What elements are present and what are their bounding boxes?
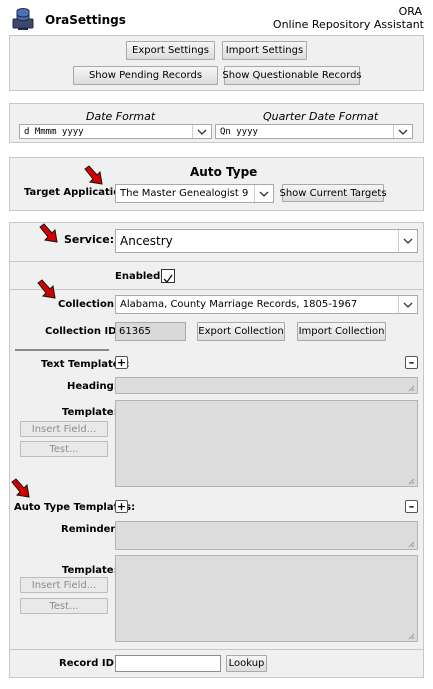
insert-field-button[interactable]: Insert Field... — [20, 577, 108, 593]
collection-select[interactable]: Alabama, County Marriage Records, 1805-1… — [115, 295, 418, 314]
collection-id-field[interactable]: 61365 — [115, 322, 186, 341]
brand-short: ORA — [398, 5, 422, 18]
chevron-down-icon[interactable] — [398, 296, 417, 313]
service-select[interactable]: Ancestry — [115, 229, 418, 253]
heading-label: Heading: — [67, 381, 118, 392]
plus-icon[interactable]: + — [115, 500, 128, 513]
minus-icon[interactable]: – — [405, 500, 418, 513]
date-format-value: d Mmmm yyyy — [24, 126, 84, 137]
divider — [10, 649, 423, 650]
minus-icon[interactable]: – — [405, 356, 418, 369]
auto-type-template-field[interactable] — [115, 555, 418, 642]
collection-value: Alabama, County Marriage Records, 1805-1… — [120, 299, 358, 310]
brand-long: Online Repository Assistant — [272, 18, 424, 31]
red-arrow-icon — [39, 223, 58, 243]
resize-grip-icon[interactable] — [408, 633, 415, 640]
service-value: Ancestry — [120, 234, 173, 248]
show-current-targets-button[interactable]: Show Current Targets — [279, 184, 387, 202]
chevron-down-icon[interactable] — [254, 185, 273, 202]
template-label: Template: — [62, 407, 118, 418]
import-collection-button[interactable]: Import Collection — [297, 322, 386, 341]
export-settings-button[interactable]: Export Settings — [126, 41, 215, 60]
red-arrow-icon — [37, 279, 56, 299]
database-icon — [12, 8, 34, 30]
text-template-field[interactable] — [115, 400, 418, 487]
date-format-panel: Date Format Quarter Date Format d Mmmm y… — [9, 103, 424, 143]
service-label: Service: — [64, 233, 115, 246]
record-id-label: Record ID: — [59, 658, 118, 669]
collection-label: Collection: — [58, 299, 118, 310]
export-collection-button[interactable]: Export Collection — [197, 322, 285, 341]
enabled-checkbox[interactable] — [161, 269, 175, 284]
chevron-down-icon[interactable] — [192, 125, 211, 138]
heading-field[interactable] — [115, 377, 418, 394]
test-button[interactable]: Test... — [20, 598, 108, 614]
plus-icon[interactable]: + — [115, 356, 128, 369]
record-id-input[interactable] — [115, 655, 221, 672]
lookup-button[interactable]: Lookup — [226, 655, 267, 672]
enabled-label: Enabled: — [115, 271, 165, 282]
insert-field-button[interactable]: Insert Field... — [20, 421, 108, 437]
resize-grip-icon[interactable] — [408, 541, 415, 548]
target-application-value: The Master Genealogist 9 — [120, 188, 249, 199]
reminder-label: Reminder: — [61, 524, 120, 535]
chevron-down-icon[interactable] — [393, 125, 412, 138]
test-button[interactable]: Test... — [20, 441, 108, 457]
divider — [10, 289, 423, 290]
date-format-label: Date Format — [86, 110, 156, 123]
reminder-field[interactable] — [115, 521, 418, 550]
collection-id-label: Collection ID: — [45, 326, 121, 337]
auto-type-panel: Auto Type Target Application: The Master… — [9, 157, 424, 211]
red-arrow-icon — [11, 478, 30, 498]
chevron-down-icon[interactable] — [398, 230, 417, 252]
quarter-date-format-value: Qn yyyy — [220, 126, 258, 137]
show-pending-records-button[interactable]: Show Pending Records — [73, 66, 218, 85]
quarter-date-format-select[interactable]: Qn yyyy — [215, 124, 413, 139]
import-settings-button[interactable]: Import Settings — [222, 41, 307, 60]
divider — [15, 349, 109, 351]
quarter-date-format-label: Quarter Date Format — [263, 110, 379, 123]
show-questionable-records-button[interactable]: Show Questionable Records — [222, 66, 362, 85]
divider — [10, 261, 423, 262]
settings-panel: Export Settings Import Settings Show Pen… — [9, 35, 424, 91]
checkmark-icon — [163, 274, 173, 284]
app-icon — [11, 6, 37, 32]
date-format-select[interactable]: d Mmmm yyyy — [19, 124, 212, 139]
auto-type-title: Auto Type — [190, 165, 258, 179]
service-panel: Service: Ancestry Enabled: Collection: A… — [9, 222, 424, 678]
resize-grip-icon[interactable] — [408, 385, 415, 392]
target-application-select[interactable]: The Master Genealogist 9 — [115, 184, 274, 203]
resize-grip-icon[interactable] — [408, 478, 415, 485]
red-arrow-icon — [84, 165, 103, 185]
app-title: OraSettings — [45, 13, 126, 27]
template-label: Template: — [62, 565, 118, 576]
